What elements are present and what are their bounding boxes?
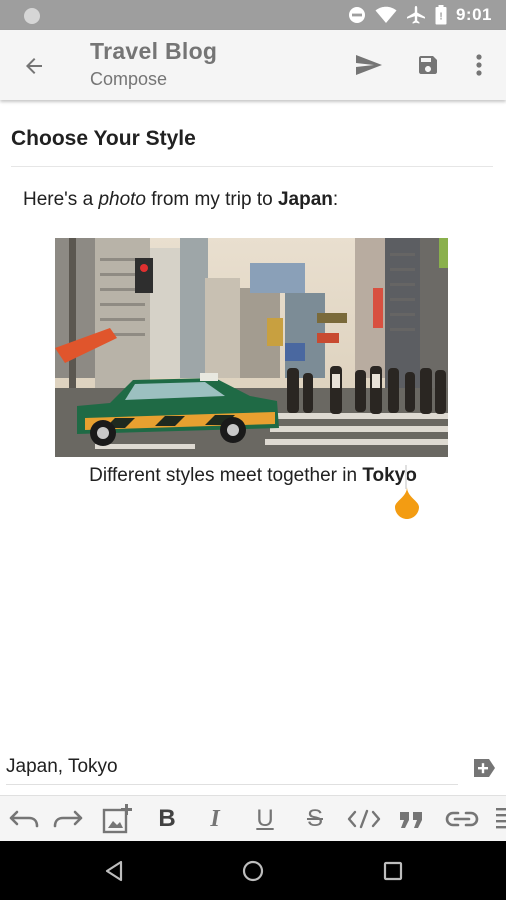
paragraph-bold-text: Japan — [277, 189, 333, 210]
redo-icon[interactable] — [50, 796, 88, 842]
app-bar: Travel Blog Compose — [0, 30, 506, 100]
do-not-disturb-icon — [348, 6, 366, 24]
photo-caption[interactable]: Different styles meet together in Tokyo — [0, 465, 506, 487]
app-title: Travel Blog — [90, 38, 218, 64]
battery-icon: ! — [435, 5, 447, 25]
bold-button[interactable]: B — [152, 796, 182, 842]
status-bar: ! 9:01 — [0, 0, 506, 30]
text-cursor — [405, 465, 407, 489]
italic-button[interactable]: I — [200, 796, 230, 842]
send-icon[interactable] — [352, 50, 386, 80]
paragraph-text: Here's a — [23, 189, 99, 210]
airplane-mode-icon — [406, 5, 426, 25]
content-paragraph[interactable]: Here's a photo from my trip to Japan: — [23, 189, 338, 211]
tags-underline — [6, 784, 458, 785]
quote-icon[interactable] — [396, 796, 428, 842]
title-divider — [11, 166, 493, 167]
caption-bold-text: Tokyo — [362, 465, 417, 486]
back-triangle-icon[interactable] — [101, 858, 127, 884]
undo-icon[interactable] — [4, 796, 42, 842]
home-circle-icon[interactable] — [240, 858, 266, 884]
cursor-handle[interactable] — [394, 487, 420, 519]
system-nav-bar — [0, 841, 506, 900]
post-title-input[interactable]: Choose Your Style — [11, 127, 196, 151]
paragraph-suffix: : — [332, 189, 339, 210]
embedded-photo[interactable] — [55, 238, 448, 457]
html-icon[interactable] — [346, 796, 382, 842]
link-icon[interactable] — [444, 796, 480, 842]
add-media-icon[interactable] — [100, 796, 136, 842]
paragraph-italic-text: photo — [98, 189, 146, 210]
title-block: Travel Blog Compose — [90, 38, 217, 90]
list-icon[interactable] — [494, 796, 506, 842]
save-icon[interactable] — [413, 50, 443, 80]
more-vert-icon[interactable] — [468, 50, 490, 80]
notification-dot-icon — [24, 8, 40, 24]
status-icons: ! 9:01 — [348, 0, 492, 30]
status-time: 9:01 — [455, 5, 492, 24]
format-toolbar: B I U S — [0, 795, 506, 841]
strikethrough-button[interactable]: S — [300, 796, 330, 842]
underline-button[interactable]: U — [250, 796, 280, 842]
caption-text: Different styles meet together in — [89, 465, 363, 486]
wifi-icon — [375, 6, 397, 24]
tags-input[interactable]: Japan, Tokyo — [6, 756, 118, 778]
svg-text:!: ! — [439, 12, 442, 23]
app-subtitle: Compose — [90, 69, 168, 89]
add-tag-icon[interactable] — [472, 757, 496, 779]
back-arrow-icon[interactable] — [16, 48, 52, 84]
recents-square-icon[interactable] — [380, 858, 406, 884]
paragraph-text-middle: from my trip to — [145, 189, 278, 210]
